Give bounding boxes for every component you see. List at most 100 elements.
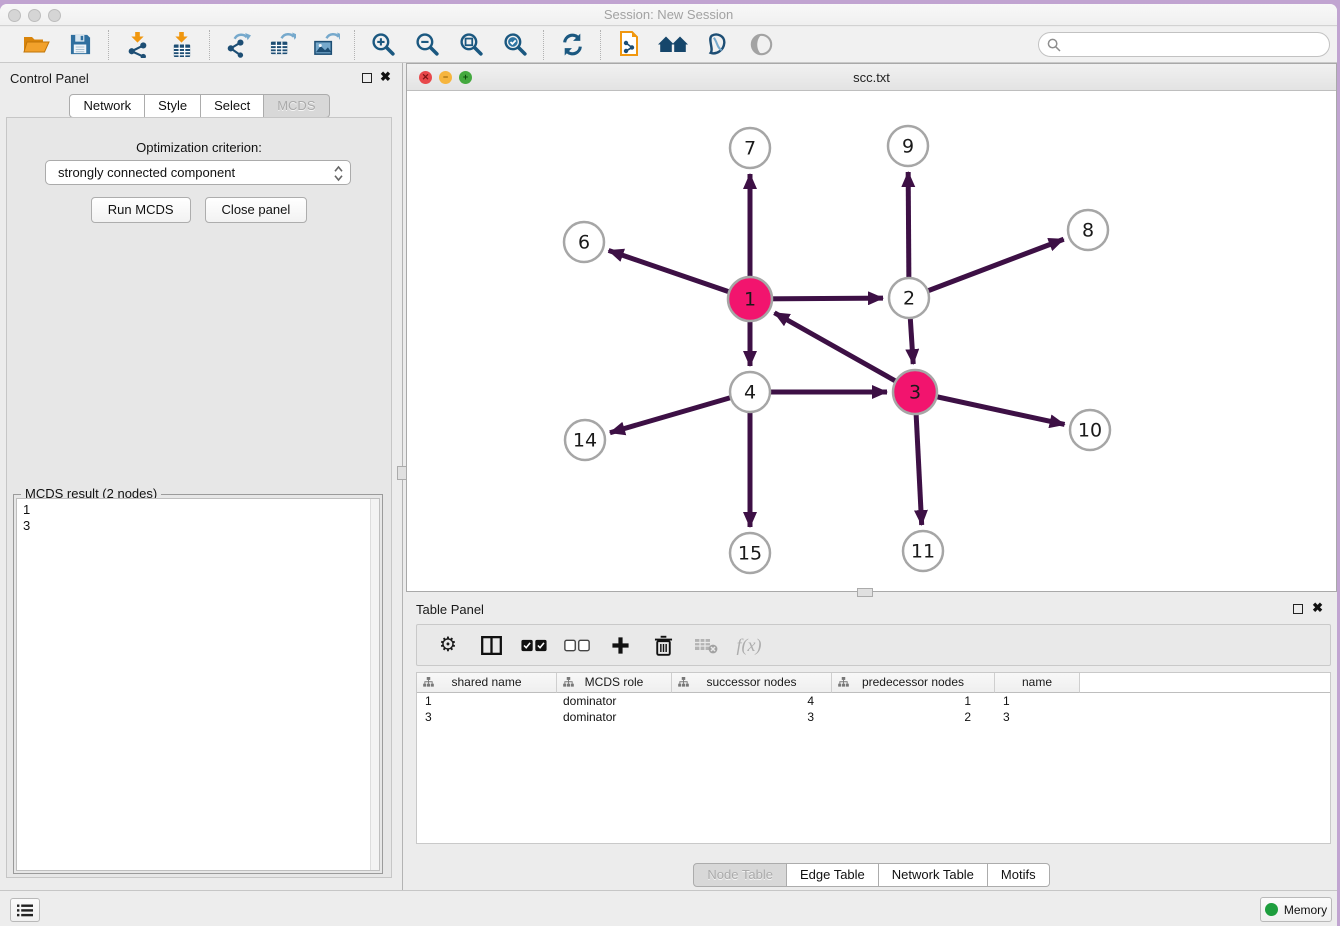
status-bar: Memory: [0, 890, 1337, 926]
table-row[interactable]: 1dominator411: [417, 693, 1330, 709]
export-image-button[interactable]: [311, 30, 341, 60]
edge-2-8[interactable]: [909, 239, 1064, 298]
save-session-button[interactable]: [65, 30, 95, 60]
table-tabs: Node TableEdge TableNetwork TableMotifs: [406, 863, 1337, 887]
tab-network[interactable]: Network: [69, 94, 145, 118]
result-scrollbar[interactable]: [370, 499, 379, 870]
close-panel-button[interactable]: Close panel: [205, 197, 308, 223]
cell-name[interactable]: 1: [995, 693, 1080, 709]
node-label-3: 3: [909, 382, 921, 404]
cell-mcds-role[interactable]: dominator: [557, 693, 672, 709]
select-all-button[interactable]: [521, 631, 547, 659]
table-settings-button[interactable]: ⚙: [435, 631, 461, 659]
mcds-panel: Optimization criterion: strongly connect…: [6, 117, 392, 878]
tab-network-table[interactable]: Network Table: [879, 863, 988, 887]
column-label: name: [1022, 675, 1052, 689]
tab-edge-table[interactable]: Edge Table: [787, 863, 879, 887]
search-input[interactable]: [1061, 35, 1329, 55]
cell-predecessor-nodes[interactable]: 1: [832, 693, 995, 709]
cell-shared-name[interactable]: 3: [417, 709, 557, 725]
mcds-result-group: MCDS result (2 nodes) 13: [13, 494, 383, 874]
optimization-criterion-label: Optimization criterion:: [7, 140, 391, 155]
main-toolbar: [0, 27, 1337, 63]
control-panel-tabs: NetworkStyleSelectMCDS: [0, 94, 399, 118]
column-label: shared name: [451, 675, 521, 689]
zoom-in-button[interactable]: [368, 30, 398, 60]
float-table-panel-icon[interactable]: [1293, 604, 1303, 614]
column-header-mcds-role[interactable]: MCDS role: [557, 673, 672, 693]
column-label: MCDS role: [585, 675, 644, 689]
zoom-out-button[interactable]: [412, 30, 442, 60]
delete-table-button: [693, 631, 719, 659]
toggle-view-button: [746, 30, 776, 60]
export-table-button[interactable]: [267, 30, 297, 60]
tab-select[interactable]: Select: [201, 94, 264, 118]
zoom-fit-button[interactable]: [456, 30, 486, 60]
result-item[interactable]: 1: [23, 502, 379, 518]
cell-predecessor-nodes[interactable]: 2: [832, 709, 995, 725]
column-label: predecessor nodes: [862, 675, 964, 689]
edge-3-1[interactable]: [774, 313, 915, 392]
node-label-14: 14: [573, 430, 597, 452]
mcds-result-list[interactable]: 13: [16, 498, 380, 871]
table-header-row: shared name MCDS role successor nodes prede…: [417, 673, 1330, 693]
deselect-all-button[interactable]: [564, 631, 590, 659]
tab-motifs[interactable]: Motifs: [988, 863, 1050, 887]
result-item[interactable]: 3: [23, 518, 379, 534]
column-label: successor nodes: [706, 675, 796, 689]
column-header-successor-nodes[interactable]: successor nodes: [672, 673, 832, 693]
float-panel-icon[interactable]: [362, 73, 372, 83]
node-label-10: 10: [1078, 420, 1102, 442]
application-window: Session: New Session Control Panel ✖ Net…: [0, 4, 1337, 926]
toggle-column-view-button[interactable]: [478, 631, 504, 659]
table-body: 1dominator4113dominator323: [417, 693, 1330, 725]
criterion-select[interactable]: strongly connected component: [45, 160, 351, 185]
tab-node-table[interactable]: Node Table: [693, 863, 787, 887]
zoom-selected-button[interactable]: [500, 30, 530, 60]
cell-mcds-role[interactable]: dominator: [557, 709, 672, 725]
console-log-button[interactable]: [10, 898, 40, 922]
column-header-shared-name[interactable]: shared name: [417, 673, 557, 693]
network-title: scc.txt: [407, 70, 1336, 85]
node-label-9: 9: [902, 136, 914, 158]
table-panel-title: Table Panel: [416, 602, 484, 617]
tab-mcds[interactable]: MCDS: [264, 94, 329, 118]
cell-successor-nodes[interactable]: 4: [672, 693, 832, 709]
layout-refresh-button[interactable]: [557, 30, 587, 60]
network-view-window: ✕ − + scc.txt 7968124314101511: [406, 63, 1337, 592]
list-icon: [17, 904, 33, 917]
tab-style[interactable]: Style: [145, 94, 201, 118]
close-table-panel-icon[interactable]: ✖: [1312, 600, 1323, 616]
column-header-name[interactable]: name: [995, 673, 1080, 693]
network-window-titlebar: ✕ − + scc.txt: [407, 64, 1336, 91]
column-header-predecessor-nodes[interactable]: predecessor nodes: [832, 673, 995, 693]
first-neighbors-button[interactable]: [658, 30, 688, 60]
row-filler: [1080, 709, 1330, 725]
node-label-1: 1: [744, 289, 756, 311]
network-canvas[interactable]: 7968124314101511: [407, 92, 1336, 591]
node-label-7: 7: [744, 138, 756, 160]
export-network-button[interactable]: [223, 30, 253, 60]
network-from-selection-button[interactable]: [614, 30, 644, 60]
memory-button[interactable]: Memory: [1260, 897, 1332, 922]
search-box[interactable]: [1038, 32, 1330, 57]
vizmapper-button[interactable]: [702, 30, 732, 60]
import-table-button[interactable]: [166, 30, 196, 60]
select-stepper-icon: [334, 165, 343, 185]
import-network-button[interactable]: [122, 30, 152, 60]
run-mcds-button[interactable]: Run MCDS: [91, 197, 191, 223]
cell-name[interactable]: 3: [995, 709, 1080, 725]
cell-shared-name[interactable]: 1: [417, 693, 557, 709]
main-toolbar-groups: [8, 30, 789, 60]
cell-successor-nodes[interactable]: 3: [672, 709, 832, 725]
node-label-6: 6: [578, 232, 590, 254]
delete-column-button[interactable]: [650, 631, 676, 659]
network-graph[interactable]: 7968124314101511: [407, 92, 1336, 593]
edge-4-14[interactable]: [610, 392, 750, 433]
open-folder-button[interactable]: [21, 30, 51, 60]
node-label-4: 4: [744, 382, 756, 404]
table-row[interactable]: 3dominator323: [417, 709, 1330, 725]
memory-label: Memory: [1284, 903, 1327, 917]
add-column-button[interactable]: [607, 631, 633, 659]
close-panel-icon[interactable]: ✖: [380, 69, 391, 85]
